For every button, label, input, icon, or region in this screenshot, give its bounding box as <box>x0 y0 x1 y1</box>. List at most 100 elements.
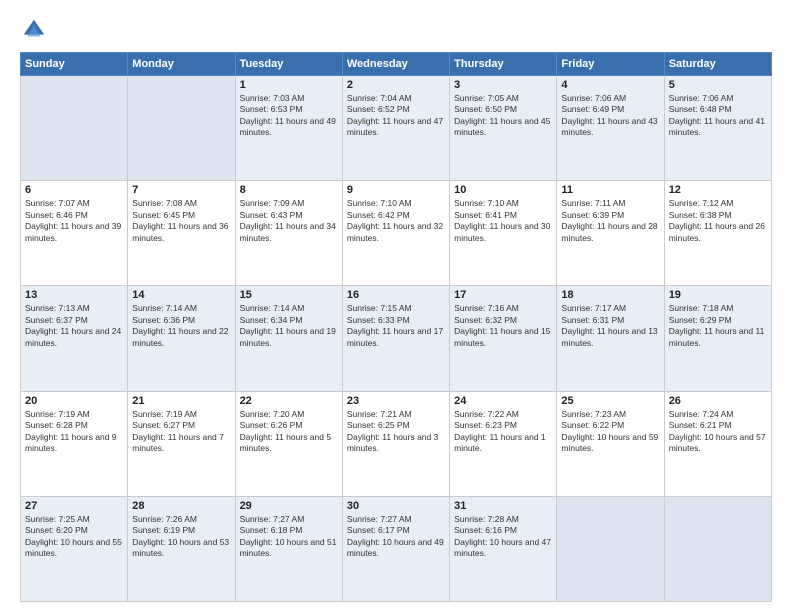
calendar-cell: 5 Sunrise: 7:06 AM Sunset: 6:48 PM Daylig… <box>664 76 771 181</box>
calendar-cell <box>21 76 128 181</box>
logo <box>20 16 52 44</box>
cell-info: Sunrise: 7:05 AM Sunset: 6:50 PM Dayligh… <box>454 93 552 139</box>
cell-info: Sunrise: 7:25 AM Sunset: 6:20 PM Dayligh… <box>25 514 123 560</box>
logo-icon <box>20 16 48 44</box>
calendar-header-thursday: Thursday <box>450 53 557 76</box>
calendar-cell: 27 Sunrise: 7:25 AM Sunset: 6:20 PM Dayli… <box>21 496 128 601</box>
calendar-header-monday: Monday <box>128 53 235 76</box>
calendar-cell: 29 Sunrise: 7:27 AM Sunset: 6:18 PM Dayli… <box>235 496 342 601</box>
calendar-week-row: 1 Sunrise: 7:03 AM Sunset: 6:53 PM Daylig… <box>21 76 772 181</box>
cell-info: Sunrise: 7:06 AM Sunset: 6:48 PM Dayligh… <box>669 93 767 139</box>
cell-info: Sunrise: 7:12 AM Sunset: 6:38 PM Dayligh… <box>669 198 767 244</box>
calendar-header-saturday: Saturday <box>664 53 771 76</box>
cell-info: Sunrise: 7:13 AM Sunset: 6:37 PM Dayligh… <box>25 303 123 349</box>
cell-info: Sunrise: 7:22 AM Sunset: 6:23 PM Dayligh… <box>454 409 552 455</box>
calendar-header-friday: Friday <box>557 53 664 76</box>
cell-info: Sunrise: 7:24 AM Sunset: 6:21 PM Dayligh… <box>669 409 767 455</box>
day-number: 25 <box>561 395 659 407</box>
calendar-cell: 1 Sunrise: 7:03 AM Sunset: 6:53 PM Daylig… <box>235 76 342 181</box>
cell-info: Sunrise: 7:15 AM Sunset: 6:33 PM Dayligh… <box>347 303 445 349</box>
day-number: 2 <box>347 79 445 91</box>
day-number: 14 <box>132 289 230 301</box>
day-number: 18 <box>561 289 659 301</box>
day-number: 13 <box>25 289 123 301</box>
cell-info: Sunrise: 7:07 AM Sunset: 6:46 PM Dayligh… <box>25 198 123 244</box>
cell-info: Sunrise: 7:19 AM Sunset: 6:27 PM Dayligh… <box>132 409 230 455</box>
calendar-week-row: 6Sunrise: 7:07 AM Sunset: 6:46 PM Daylig… <box>21 181 772 286</box>
cell-info: Sunrise: 7:04 AM Sunset: 6:52 PM Dayligh… <box>347 93 445 139</box>
day-number: 22 <box>240 395 338 407</box>
day-number: 15 <box>240 289 338 301</box>
calendar: SundayMondayTuesdayWednesdayThursdayFrid… <box>20 52 772 602</box>
cell-info: Sunrise: 7:08 AM Sunset: 6:45 PM Dayligh… <box>132 198 230 244</box>
calendar-cell: 7 Sunrise: 7:08 AM Sunset: 6:45 PM Daylig… <box>128 181 235 286</box>
day-number: 31 <box>454 500 552 512</box>
cell-info: Sunrise: 7:09 AM Sunset: 6:43 PM Dayligh… <box>240 198 338 244</box>
day-number: 19 <box>669 289 767 301</box>
calendar-cell: 19 Sunrise: 7:18 AM Sunset: 6:29 PM Dayli… <box>664 286 771 391</box>
day-number: 29 <box>240 500 338 512</box>
calendar-week-row: 13 Sunrise: 7:13 AM Sunset: 6:37 PM Dayli… <box>21 286 772 391</box>
calendar-cell: 9 Sunrise: 7:10 AM Sunset: 6:42 PM Daylig… <box>342 181 449 286</box>
cell-info: Sunrise: 7:10 AM Sunset: 6:42 PM Dayligh… <box>347 198 445 244</box>
day-number: 9 <box>347 184 445 196</box>
cell-info: Sunrise: 7:23 AM Sunset: 6:22 PM Dayligh… <box>561 409 659 455</box>
calendar-cell <box>664 496 771 601</box>
calendar-cell: 6Sunrise: 7:07 AM Sunset: 6:46 PM Daylig… <box>21 181 128 286</box>
cell-info: Sunrise: 7:14 AM Sunset: 6:34 PM Dayligh… <box>240 303 338 349</box>
cell-info: Sunrise: 7:03 AM Sunset: 6:53 PM Dayligh… <box>240 93 338 139</box>
calendar-cell: 21 Sunrise: 7:19 AM Sunset: 6:27 PM Dayli… <box>128 391 235 496</box>
day-number: 21 <box>132 395 230 407</box>
calendar-cell: 31 Sunrise: 7:28 AM Sunset: 6:16 PM Dayli… <box>450 496 557 601</box>
cell-info: Sunrise: 7:10 AM Sunset: 6:41 PM Dayligh… <box>454 198 552 244</box>
calendar-cell: 18 Sunrise: 7:17 AM Sunset: 6:31 PM Dayli… <box>557 286 664 391</box>
cell-info: Sunrise: 7:17 AM Sunset: 6:31 PM Dayligh… <box>561 303 659 349</box>
calendar-cell: 13 Sunrise: 7:13 AM Sunset: 6:37 PM Dayli… <box>21 286 128 391</box>
calendar-cell: 11Sunrise: 7:11 AM Sunset: 6:39 PM Dayli… <box>557 181 664 286</box>
calendar-header-sunday: Sunday <box>21 53 128 76</box>
day-number: 23 <box>347 395 445 407</box>
calendar-cell <box>557 496 664 601</box>
day-number: 17 <box>454 289 552 301</box>
day-number: 1 <box>240 79 338 91</box>
day-number: 30 <box>347 500 445 512</box>
calendar-header-tuesday: Tuesday <box>235 53 342 76</box>
cell-info: Sunrise: 7:21 AM Sunset: 6:25 PM Dayligh… <box>347 409 445 455</box>
calendar-cell: 30 Sunrise: 7:27 AM Sunset: 6:17 PM Dayli… <box>342 496 449 601</box>
day-number: 24 <box>454 395 552 407</box>
calendar-cell: 12 Sunrise: 7:12 AM Sunset: 6:38 PM Dayli… <box>664 181 771 286</box>
cell-info: Sunrise: 7:28 AM Sunset: 6:16 PM Dayligh… <box>454 514 552 560</box>
cell-info: Sunrise: 7:20 AM Sunset: 6:26 PM Dayligh… <box>240 409 338 455</box>
calendar-week-row: 27 Sunrise: 7:25 AM Sunset: 6:20 PM Dayli… <box>21 496 772 601</box>
cell-info: Sunrise: 7:27 AM Sunset: 6:18 PM Dayligh… <box>240 514 338 560</box>
day-number: 12 <box>669 184 767 196</box>
day-number: 20 <box>25 395 123 407</box>
calendar-header-wednesday: Wednesday <box>342 53 449 76</box>
calendar-cell: 8Sunrise: 7:09 AM Sunset: 6:43 PM Daylig… <box>235 181 342 286</box>
cell-info: Sunrise: 7:26 AM Sunset: 6:19 PM Dayligh… <box>132 514 230 560</box>
calendar-cell: 10 Sunrise: 7:10 AM Sunset: 6:41 PM Dayli… <box>450 181 557 286</box>
calendar-cell: 2 Sunrise: 7:04 AM Sunset: 6:52 PM Daylig… <box>342 76 449 181</box>
calendar-cell: 24 Sunrise: 7:22 AM Sunset: 6:23 PM Dayli… <box>450 391 557 496</box>
calendar-cell: 22 Sunrise: 7:20 AM Sunset: 6:26 PM Dayli… <box>235 391 342 496</box>
day-number: 4 <box>561 79 659 91</box>
cell-info: Sunrise: 7:27 AM Sunset: 6:17 PM Dayligh… <box>347 514 445 560</box>
calendar-week-row: 20Sunrise: 7:19 AM Sunset: 6:28 PM Dayli… <box>21 391 772 496</box>
day-number: 27 <box>25 500 123 512</box>
calendar-cell: 15 Sunrise: 7:14 AM Sunset: 6:34 PM Dayli… <box>235 286 342 391</box>
day-number: 7 <box>132 184 230 196</box>
day-number: 5 <box>669 79 767 91</box>
calendar-cell: 23 Sunrise: 7:21 AM Sunset: 6:25 PM Dayli… <box>342 391 449 496</box>
calendar-cell: 16 Sunrise: 7:15 AM Sunset: 6:33 PM Dayli… <box>342 286 449 391</box>
cell-info: Sunrise: 7:06 AM Sunset: 6:49 PM Dayligh… <box>561 93 659 139</box>
day-number: 16 <box>347 289 445 301</box>
page: SundayMondayTuesdayWednesdayThursdayFrid… <box>0 0 792 612</box>
calendar-cell: 26Sunrise: 7:24 AM Sunset: 6:21 PM Dayli… <box>664 391 771 496</box>
calendar-cell: 20Sunrise: 7:19 AM Sunset: 6:28 PM Dayli… <box>21 391 128 496</box>
calendar-cell <box>128 76 235 181</box>
calendar-cell: 3Sunrise: 7:05 AM Sunset: 6:50 PM Daylig… <box>450 76 557 181</box>
cell-info: Sunrise: 7:18 AM Sunset: 6:29 PM Dayligh… <box>669 303 767 349</box>
calendar-header-row: SundayMondayTuesdayWednesdayThursdayFrid… <box>21 53 772 76</box>
day-number: 10 <box>454 184 552 196</box>
cell-info: Sunrise: 7:11 AM Sunset: 6:39 PM Dayligh… <box>561 198 659 244</box>
